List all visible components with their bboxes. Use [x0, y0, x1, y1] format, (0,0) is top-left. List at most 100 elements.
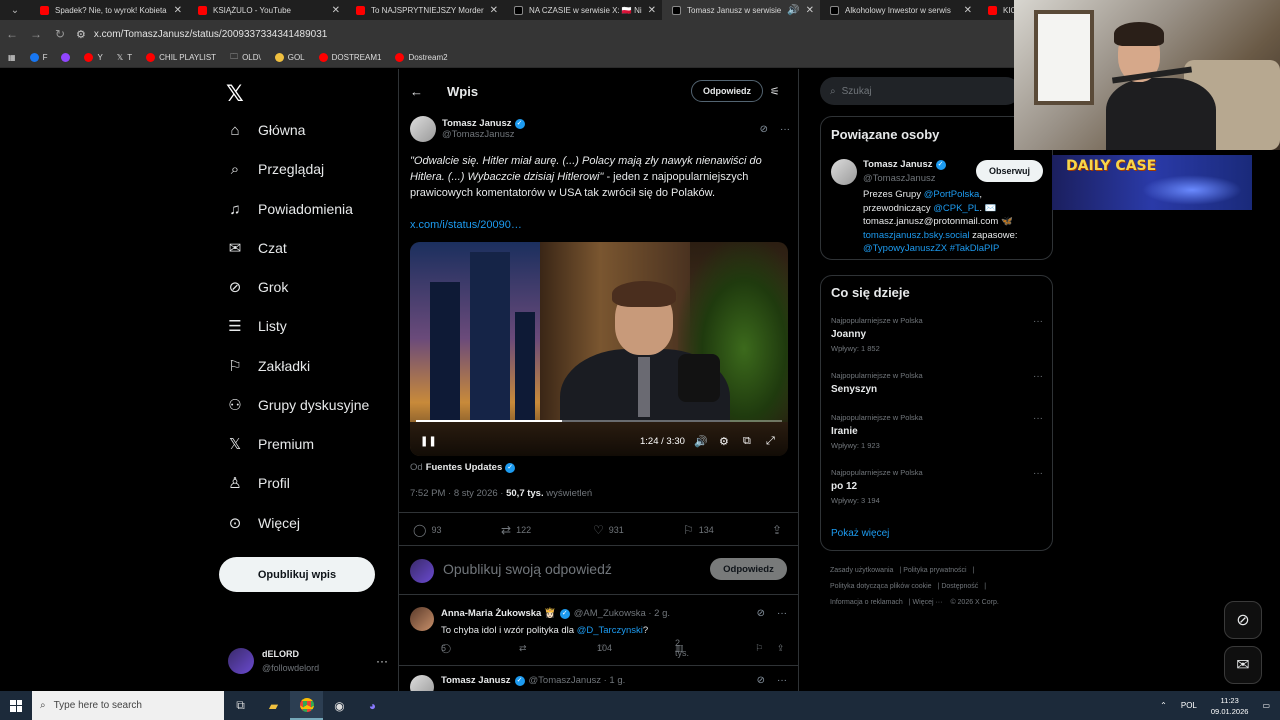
header-reply-button[interactable]: Odpowiedz: [691, 80, 763, 102]
trend-item[interactable]: Najpopularniejsze w Polska po 12 Wpływy:…: [831, 468, 1043, 505]
bookmark-item[interactable]: DOSTREAM1: [318, 53, 381, 62]
notifications-icon[interactable]: ▭: [1262, 701, 1270, 710]
grok-icon[interactable]: ⊘: [760, 124, 768, 135]
browser-tab[interactable]: Spadek? Nie, to wyrok! Kobieta ✕: [30, 0, 188, 20]
nav-item-explore[interactable]: ⌕ Przeglądaj: [226, 160, 324, 178]
bio-link[interactable]: @PortPolska: [924, 189, 980, 200]
nav-item-communities[interactable]: ⚇ Grupy dyskusyjne: [226, 396, 369, 414]
mention-link[interactable]: @D_Tarczynski: [577, 625, 643, 636]
footer-link[interactable]: Więcej ···: [913, 599, 943, 606]
bio-link[interactable]: @TypowyJanuszZX #TakDlaPIP: [863, 243, 999, 254]
browser-tab[interactable]: NA CZASIE w serwisie X: 🇵🇱 Nie ✕: [504, 0, 662, 20]
close-icon[interactable]: ✕: [964, 5, 972, 16]
obs-icon[interactable]: ◉: [323, 691, 356, 720]
footer-link[interactable]: Informacja o reklamach: [830, 599, 903, 606]
browser-tab[interactable]: KSIĄŻULO - YouTube ✕: [188, 0, 346, 20]
author-name[interactable]: Tomasz Janusz: [442, 118, 512, 129]
reply-author-handle[interactable]: @TomaszJanusz · 1 g.: [529, 675, 626, 686]
language-indicator[interactable]: POL: [1181, 701, 1197, 710]
grok-icon[interactable]: ⊘: [757, 608, 765, 619]
pip-icon[interactable]: ⧉: [743, 435, 751, 448]
x-logo-icon[interactable]: 𝕏: [226, 81, 244, 107]
reply-tweet[interactable]: Tomasz Janusz ✓ @TomaszJanusz · 1 g. ⊘ ··…: [399, 667, 798, 691]
tab-search-icon[interactable]: ⌄: [0, 0, 30, 20]
settings-icon[interactable]: ⚙: [719, 435, 729, 448]
nav-item-grok[interactable]: ⊘ Grok: [226, 278, 289, 296]
follow-button[interactable]: Obserwuj: [976, 160, 1043, 182]
footer-link[interactable]: Polityka prywatności: [903, 567, 966, 574]
bio-link[interactable]: tomaszjanusz.bsky.social: [863, 230, 969, 241]
more-icon[interactable]: ···: [1033, 316, 1043, 327]
site-info-icon[interactable]: ⚙: [76, 28, 86, 41]
close-icon[interactable]: ✕: [806, 5, 814, 16]
more-icon[interactable]: ···: [1033, 371, 1043, 382]
retweet-action[interactable]: ⇄ 122: [501, 523, 531, 537]
bookmark-folder[interactable]: 🗀 OLD\: [230, 51, 261, 65]
reply-author-name[interactable]: Tomasz Janusz: [441, 675, 511, 686]
reply-avatar[interactable]: [410, 675, 434, 691]
file-explorer-icon[interactable]: ▰: [257, 691, 290, 720]
show-more-link[interactable]: Pokaż więcej: [831, 528, 889, 539]
trend-item[interactable]: Najpopularniejsze w Polska Senyszyn ···: [831, 371, 1043, 395]
browser-tab[interactable]: Alkoholowy Inwestor w serwis ✕: [820, 0, 978, 20]
reply-author-name[interactable]: Anna-Maria Żukowska 👸🏻: [441, 608, 556, 619]
bookmark-item[interactable]: 𝕏T: [117, 53, 132, 62]
reload-icon[interactable]: ↻: [48, 27, 72, 41]
apps-icon[interactable]: ▦: [8, 53, 16, 62]
browser-tab-active[interactable]: Tomasz Janusz w serwisie X 🔊 ✕: [662, 0, 820, 20]
more-icon[interactable]: ···: [777, 608, 787, 619]
nav-item-chat[interactable]: ✉ Czat: [226, 239, 287, 257]
reply-tweet[interactable]: Anna-Maria Żukowska 👸🏻 ✓ @AM_Zukowska · …: [399, 596, 798, 666]
bookmark-item[interactable]: [61, 53, 71, 62]
bookmark-item[interactable]: F: [29, 53, 47, 62]
back-arrow-icon[interactable]: ←: [410, 84, 423, 99]
nav-item-profile[interactable]: ♙ Profil: [226, 474, 290, 492]
video-progress-bar[interactable]: [416, 420, 782, 422]
chrome-icon[interactable]: [290, 691, 323, 720]
fullscreen-icon[interactable]: ⤢: [766, 435, 775, 448]
start-button[interactable]: [0, 691, 32, 720]
chevron-up-icon[interactable]: ⌃: [1160, 701, 1167, 710]
close-icon[interactable]: ✕: [332, 5, 340, 16]
more-icon[interactable]: ···: [376, 654, 388, 668]
filter-icon[interactable]: ⚟: [770, 85, 780, 98]
footer-link[interactable]: Polityka dotycząca plików cookie: [830, 583, 932, 590]
trend-item[interactable]: Najpopularniejsze w Polska Iranie Wpływy…: [831, 413, 1043, 450]
grok-icon[interactable]: ⊘: [757, 675, 765, 686]
like-action[interactable]: ♡ 931: [593, 523, 624, 537]
bio-link[interactable]: @CPK_PL: [933, 203, 979, 214]
more-icon[interactable]: ···: [777, 675, 787, 686]
author-avatar[interactable]: [410, 116, 436, 142]
account-switcher[interactable]: dELORD @followdelord ···: [228, 647, 388, 675]
bookmark-item[interactable]: CHIL PLAYLIST: [146, 53, 216, 62]
source-account-link[interactable]: Fuentes Updates: [426, 462, 503, 473]
nav-item-more[interactable]: ⊙ Więcej: [226, 514, 300, 532]
nav-item-lists[interactable]: ☰ Listy: [226, 317, 287, 335]
taskbar-search[interactable]: ⌕ Type here to search: [32, 691, 224, 720]
share-action[interactable]: ⇪: [772, 523, 782, 537]
trend-item[interactable]: Najpopularniejsze w Polska Joanny Wpływy…: [831, 316, 1043, 353]
bookmark-item[interactable]: Y: [84, 53, 103, 62]
nav-item-home[interactable]: ⌂ Główna: [226, 121, 305, 139]
back-icon[interactable]: ←: [0, 27, 24, 41]
grok-floating-icon[interactable]: ⊘: [1224, 601, 1262, 639]
nav-item-premium[interactable]: 𝕏 Premium: [226, 435, 314, 453]
search-input[interactable]: ⌕ Szukaj: [820, 77, 1020, 105]
related-name[interactable]: Tomasz Janusz: [863, 158, 933, 172]
reply-author-handle[interactable]: @AM_Zukowska · 2 g.: [574, 608, 670, 619]
reply-avatar[interactable]: [410, 607, 434, 631]
messages-floating-icon[interactable]: ✉: [1224, 646, 1262, 684]
related-avatar[interactable]: [831, 159, 857, 185]
reply-input[interactable]: Opublikuj swoją odpowiedź: [443, 561, 612, 577]
more-icon[interactable]: ···: [1033, 468, 1043, 479]
clock[interactable]: 11:23 09.01.2026: [1211, 695, 1249, 717]
close-icon[interactable]: ✕: [648, 5, 656, 16]
speaker-icon[interactable]: 🔊: [787, 5, 799, 16]
volume-icon[interactable]: 🔊: [694, 435, 708, 448]
nav-item-notifications[interactable]: ♫ Powiadomienia: [226, 200, 353, 218]
reply-submit-button[interactable]: Odpowiedz: [710, 558, 787, 580]
discord-icon[interactable]: ◕: [356, 691, 389, 720]
url-field[interactable]: ⚙ x.com/TomaszJanusz/status/200933733434…: [76, 28, 327, 41]
more-icon[interactable]: ···: [1033, 413, 1043, 424]
tweet-link[interactable]: x.com/i/status/20090…: [410, 219, 522, 231]
